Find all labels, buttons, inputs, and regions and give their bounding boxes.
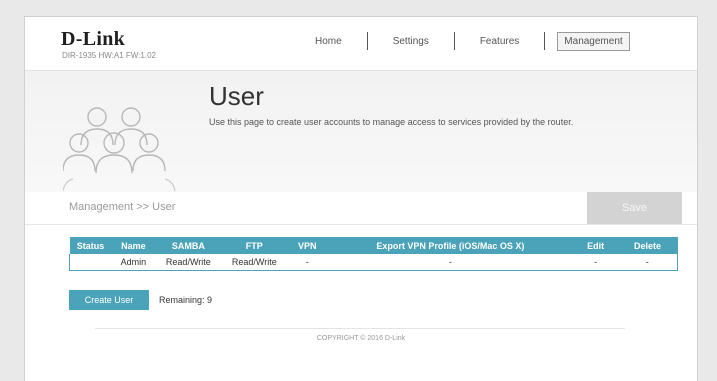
page-description: Use this page to create user accounts to… (209, 117, 574, 127)
cell-ftp: Read/Write (221, 254, 288, 271)
model-info: DIR-1935 HW:A1 FW:1.02 (62, 51, 156, 60)
nav-features[interactable]: Features (455, 36, 544, 47)
cell-export-vpn: - (327, 254, 574, 271)
breadcrumb-bar: Management >> User Save (25, 192, 697, 225)
users-group-icon (63, 107, 176, 192)
table-header-row: Status Name SAMBA FTP VPN Export VPN Pro… (69, 237, 678, 254)
cell-edit[interactable]: - (573, 254, 618, 271)
user-table: Status Name SAMBA FTP VPN Export VPN Pro… (69, 237, 678, 271)
page-banner: User Use this page to create user accoun… (25, 71, 697, 193)
remaining-count: Remaining: 9 (159, 295, 213, 305)
save-button[interactable]: Save (587, 192, 682, 224)
nav-settings[interactable]: Settings (368, 36, 454, 47)
nav-home[interactable]: Home (290, 36, 367, 47)
cell-delete[interactable]: - (617, 254, 678, 271)
cell-name: Admin (111, 254, 156, 271)
top-header: D-Link DIR-1935 HW:A1 FW:1.02 Home Setti… (25, 17, 697, 71)
nav-separator (544, 32, 546, 50)
col-status: Status (69, 237, 112, 254)
col-name: Name (111, 237, 156, 254)
col-ftp: FTP (221, 237, 288, 254)
col-samba: SAMBA (155, 237, 222, 254)
table-row: Admin Read/Write Read/Write - - - - (69, 254, 678, 271)
col-delete: Delete (617, 237, 678, 254)
main-nav: Home Settings Features Management (290, 31, 630, 51)
col-export-vpn: Export VPN Profile (iOS/Mac OS X) (327, 237, 574, 254)
create-user-button[interactable]: Create User (69, 290, 149, 310)
dlink-logo[interactable]: D-Link (61, 28, 125, 51)
breadcrumb: Management >> User (69, 201, 176, 213)
col-vpn: VPN (287, 237, 328, 254)
page-title: User (209, 81, 264, 111)
cell-vpn: - (287, 254, 328, 271)
cell-samba: Read/Write (155, 254, 222, 271)
footer-divider (95, 328, 625, 329)
copyright: COPYRIGHT © 2016 D-Link (316, 335, 406, 342)
nav-management[interactable]: Management (557, 31, 630, 51)
router-admin-page: D-Link DIR-1935 HW:A1 FW:1.02 Home Setti… (24, 16, 698, 381)
col-edit: Edit (573, 237, 618, 254)
cell-status (69, 254, 112, 271)
